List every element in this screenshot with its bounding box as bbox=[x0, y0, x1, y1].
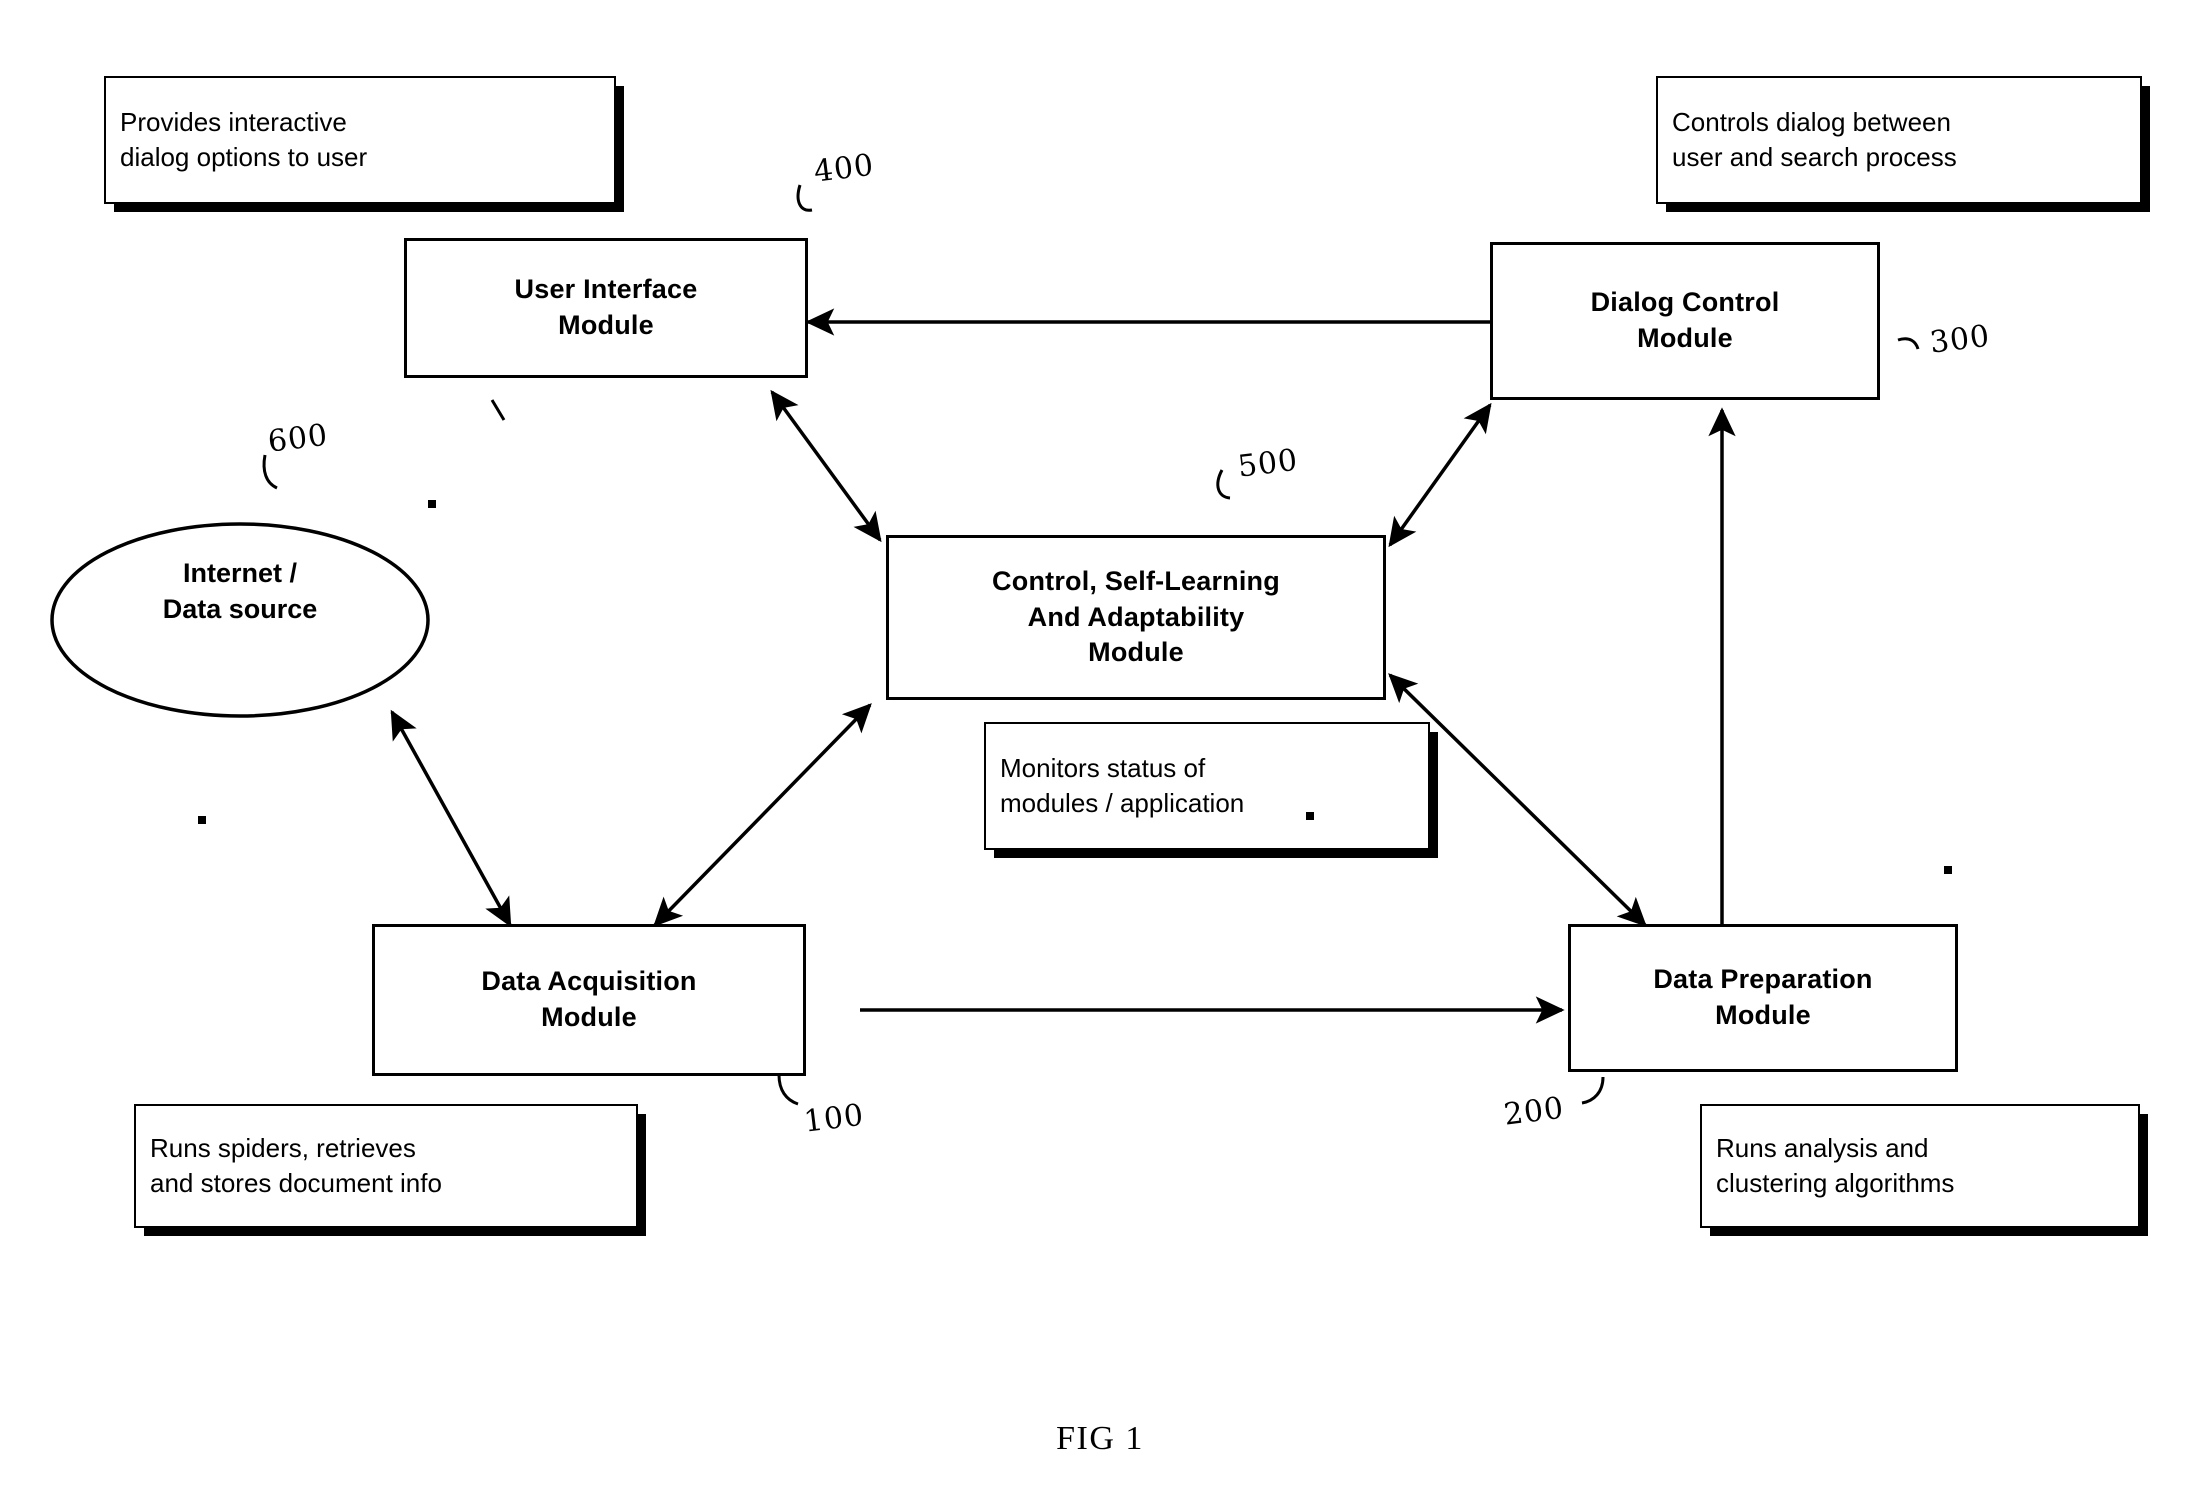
reference-numeral-300: 300 bbox=[1928, 318, 1993, 361]
dialog-annotation-text: Controls dialog between user and search … bbox=[1672, 107, 1957, 172]
reference-numeral-200: 200 bbox=[1502, 1090, 1567, 1133]
reference-numeral-600: 600 bbox=[266, 417, 331, 460]
datasource-label: Internet / Data source bbox=[162, 558, 318, 624]
dialog-control-module[interactable]: Dialog Control Module bbox=[1490, 242, 1880, 400]
data-acquisition-module[interactable]: Data Acquisition Module bbox=[372, 924, 806, 1076]
preparation-annotation: Runs analysis and clustering algorithms bbox=[1700, 1104, 2140, 1228]
ink-speck bbox=[1944, 866, 1952, 874]
acquisition-annotation-text: Runs spiders, retrieves and stores docum… bbox=[150, 1133, 442, 1198]
leader-200 bbox=[1581, 1076, 1605, 1105]
ui-annotation-text: Provides interactive dialog options to u… bbox=[120, 107, 368, 172]
control-self-learning-module[interactable]: Control, Self-Learning And Adaptability … bbox=[886, 535, 1386, 700]
reference-numeral-500: 500 bbox=[1236, 442, 1301, 485]
leader-400 bbox=[796, 184, 813, 212]
data-preparation-module[interactable]: Data Preparation Module bbox=[1568, 924, 1958, 1072]
figure-caption: FIG 1 bbox=[1056, 1420, 1144, 1457]
acquisition-annotation: Runs spiders, retrieves and stores docum… bbox=[134, 1104, 638, 1228]
reference-numeral-100: 100 bbox=[802, 1097, 867, 1140]
reference-numeral-400: 400 bbox=[812, 147, 877, 190]
user-interface-module[interactable]: User Interface Module bbox=[404, 238, 808, 378]
user-interface-module-label: User Interface Module bbox=[514, 274, 698, 340]
control-annotation-text: Monitors status of modules / application bbox=[1000, 753, 1245, 818]
ui-annotation: Provides interactive dialog options to u… bbox=[104, 76, 616, 204]
data-preparation-module-label: Data Preparation Module bbox=[1653, 964, 1873, 1030]
arrow-acquisition-datasource bbox=[390, 709, 512, 928]
ink-speck bbox=[1306, 812, 1314, 820]
arrow-control-dialog bbox=[1388, 402, 1492, 548]
leader-300 bbox=[1897, 337, 1920, 350]
arrow-ui-control bbox=[770, 389, 882, 543]
ink-speck bbox=[198, 816, 206, 824]
stray-mark bbox=[490, 399, 506, 421]
preparation-annotation-text: Runs analysis and clustering algorithms bbox=[1716, 1133, 1955, 1198]
data-acquisition-module-label: Data Acquisition Module bbox=[481, 966, 697, 1032]
control-self-learning-module-label: Control, Self-Learning And Adaptability … bbox=[992, 566, 1280, 668]
leader-500 bbox=[1216, 469, 1231, 500]
ink-speck bbox=[428, 500, 436, 508]
leader-600 bbox=[262, 454, 278, 490]
dialog-annotation: Controls dialog between user and search … bbox=[1656, 76, 2142, 204]
dialog-control-module-label: Dialog Control Module bbox=[1590, 287, 1780, 353]
control-annotation: Monitors status of modules / application bbox=[984, 722, 1430, 850]
arrow-control-acquisition bbox=[653, 703, 872, 927]
leader-100 bbox=[777, 1074, 799, 1106]
figure-canvas: User Interface Module Dialog Control Mod… bbox=[0, 0, 2210, 1511]
